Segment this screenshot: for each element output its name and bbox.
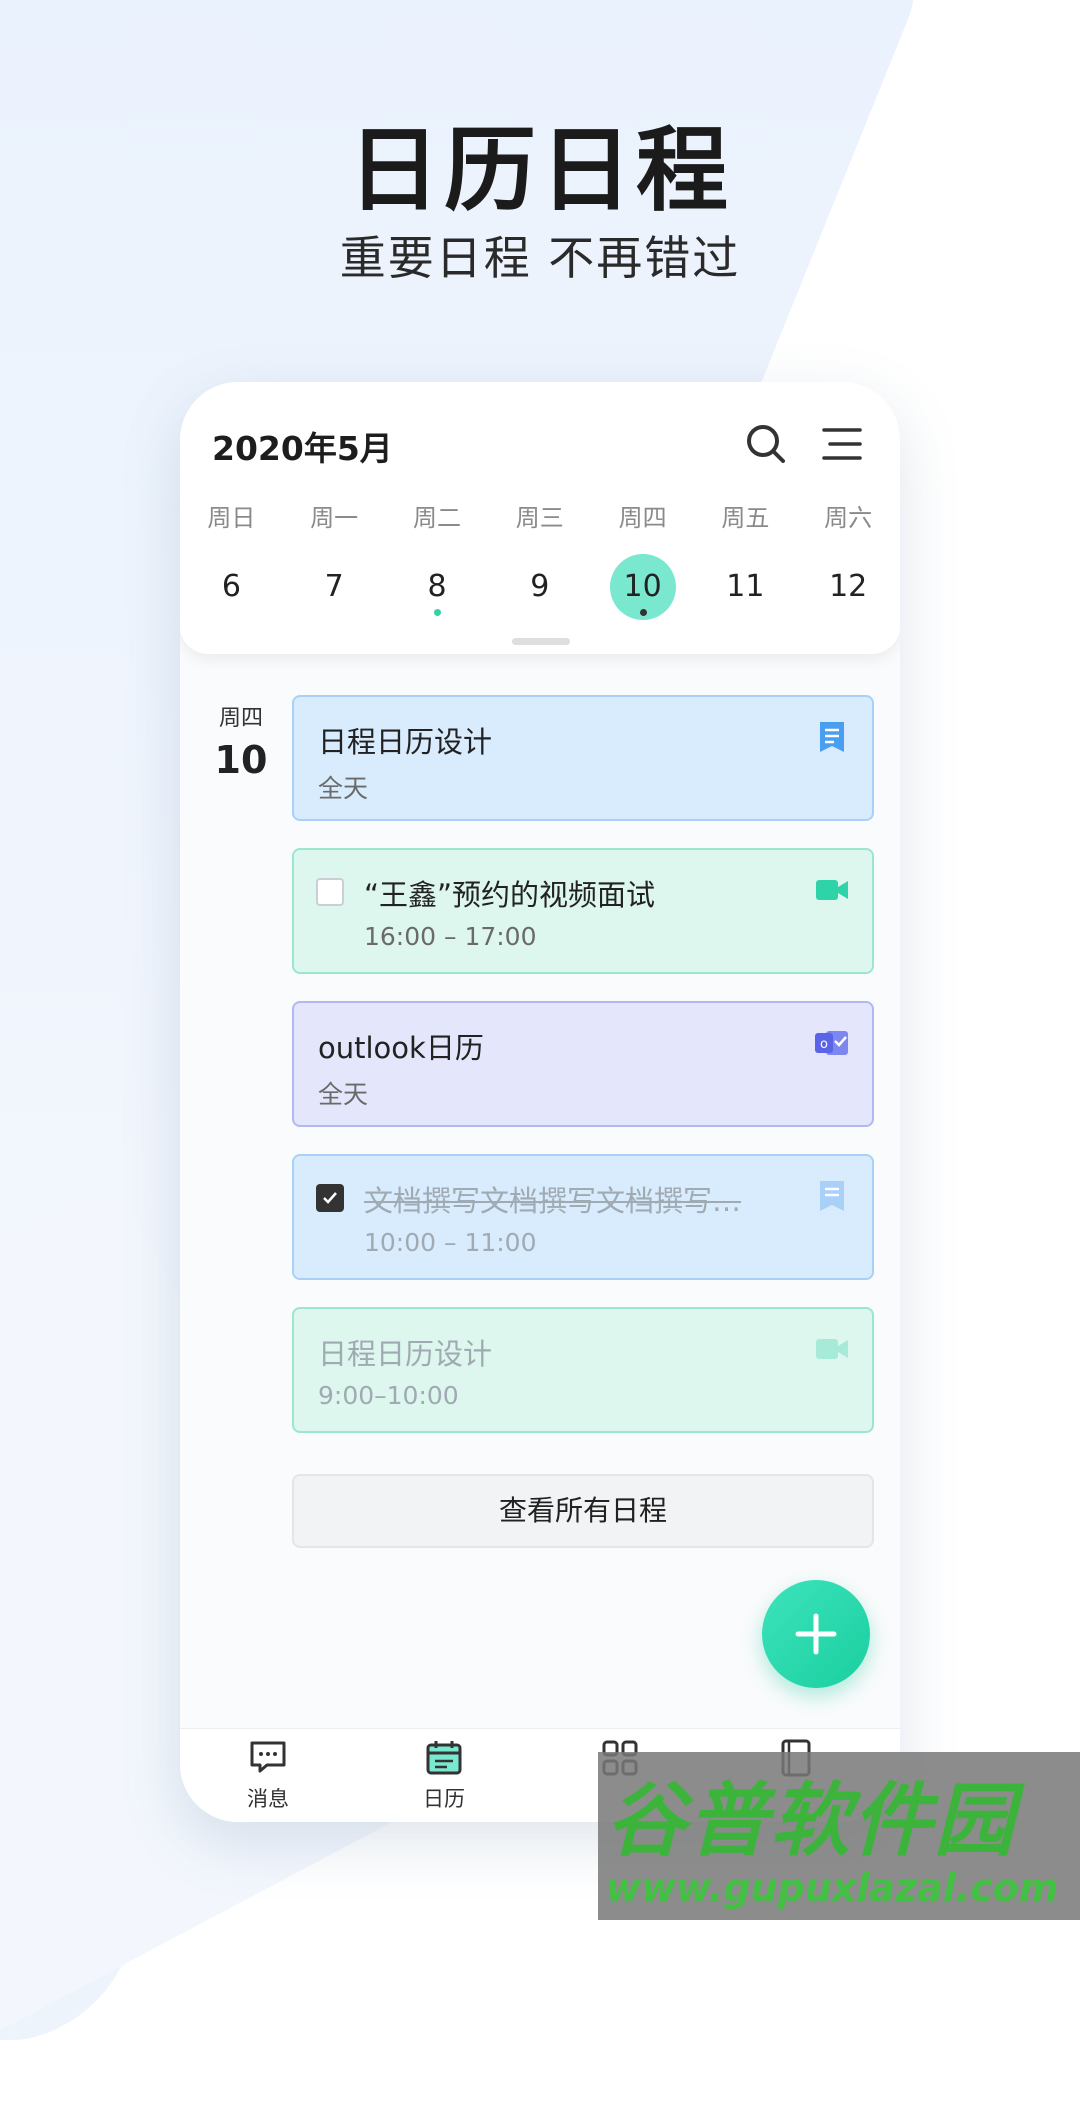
event-time: 9:00–10:00 [318,1381,459,1410]
event-card[interactable]: “王鑫”预约的视频面试 16:00 – 17:00 [292,848,874,974]
event-dot [433,609,441,616]
day-column[interactable]: 周六 12 [797,500,900,620]
event-dot [639,609,647,616]
day-number[interactable]: 6 [198,554,264,620]
day-number[interactable]: 11 [712,554,778,620]
document-icon [820,722,844,752]
list-date-weekday: 周四 [218,706,263,731]
event-checkbox[interactable] [316,878,344,906]
event-time: 全天 [318,1080,369,1109]
day-column[interactable]: 周一 7 [283,500,386,620]
watermark: 谷普软件园 www.gupuxlazal.com [598,1752,1080,1920]
event-card[interactable]: outlook日历 全天 o [292,1001,874,1127]
day-column[interactable]: 周三 9 [488,500,591,620]
event-title: “王鑫”预约的视频面试 [364,878,656,912]
weekday-label: 周日 [207,504,256,532]
event-title: 日程日历设计 [318,1337,493,1371]
day-column[interactable]: 周四 10 [591,500,694,620]
calendar-icon [426,1741,462,1775]
tab-calendar[interactable]: 日历 [356,1729,532,1822]
event-checkbox-checked[interactable] [316,1184,344,1212]
menu-icon[interactable] [818,420,866,468]
event-card[interactable]: 日程日历设计 全天 [292,695,874,821]
hero-title: 日历日程 [347,117,732,224]
outlook-icon: o [815,1031,848,1055]
watermark-url: www.gupuxlazal.com [606,1866,1059,1910]
calendar-header: 2020年5月 周日 6 周一 7 周二 8 周三 9 周四 10 周五 11 … [180,382,900,654]
message-icon [250,1741,286,1773]
day-column[interactable]: 周五 11 [694,500,797,620]
day-column[interactable]: 周二 8 [386,500,489,620]
search-icon[interactable] [742,420,790,468]
event-title: 日程日历设计 [318,725,493,759]
video-camera-icon [816,1339,848,1359]
list-date: 周四 10 [212,700,270,782]
list-date-day: 10 [214,738,268,782]
day-number[interactable]: 7 [301,554,367,620]
document-icon [820,1181,844,1211]
weekday-label: 周四 [618,504,667,532]
weekday-label: 周六 [824,504,873,532]
weekday-label: 周三 [515,504,564,532]
event-title: outlook日历 [318,1031,484,1065]
day-number[interactable]: 9 [507,554,573,620]
event-card-completed[interactable]: 文档撰写文档撰写文档撰写… 10:00 – 11:00 [292,1154,874,1280]
event-time: 16:00 – 17:00 [364,922,537,951]
plus-icon [795,1613,837,1655]
event-title: 文档撰写文档撰写文档撰写… [364,1184,742,1218]
hero-subtitle: 重要日程 不再错过 [339,231,741,285]
weekday-label: 周二 [412,504,461,532]
tab-label: 消息 [247,1787,289,1811]
svg-text:o: o [820,1037,828,1052]
day-number[interactable]: 12 [815,554,881,620]
day-column[interactable]: 周日 6 [180,500,283,620]
video-camera-icon [816,880,848,900]
event-time: 全天 [318,774,369,803]
weekday-label: 周一 [310,504,359,532]
drag-handle[interactable] [512,638,570,645]
phone-frame: 2020年5月 周日 6 周一 7 周二 8 周三 9 周四 10 周五 11 … [180,382,900,1822]
tab-messages[interactable]: 消息 [180,1729,356,1822]
tab-label: 日历 [423,1787,465,1811]
watermark-brand: 谷普软件园 [606,1774,1016,1867]
event-card-past[interactable]: 日程日历设计 9:00–10:00 [292,1307,874,1433]
day-number-selected[interactable]: 10 [609,554,676,620]
view-all-button[interactable]: 查看所有日程 [292,1474,874,1548]
event-time: 10:00 – 11:00 [364,1228,537,1257]
add-event-button[interactable] [762,1580,870,1688]
week-strip: 周日 6 周一 7 周二 8 周三 9 周四 10 周五 11 周六 12 [180,500,900,620]
weekday-label: 周五 [721,504,770,532]
month-label[interactable]: 2020年5月 [212,422,393,470]
day-number[interactable]: 8 [404,554,470,620]
